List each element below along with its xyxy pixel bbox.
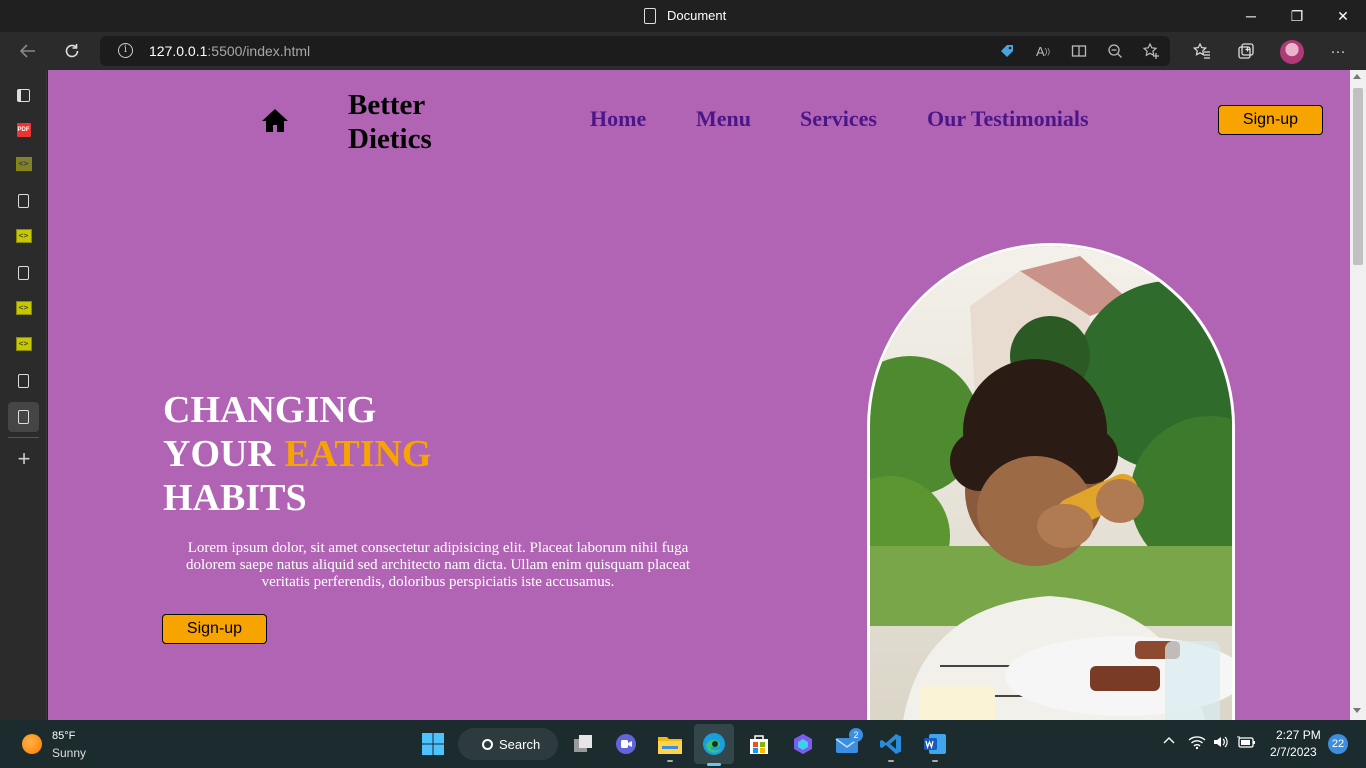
weather-temperature[interactable]: 85°F xyxy=(52,730,75,742)
restore-button[interactable]: ❐ xyxy=(1274,0,1320,32)
tray-overflow-chevron-icon[interactable] xyxy=(1162,734,1176,751)
tab-page[interactable] xyxy=(8,258,39,288)
brand-logo[interactable]: Better Dietics xyxy=(348,88,432,156)
search-icon xyxy=(482,738,493,750)
add-favorite-icon[interactable] xyxy=(1142,42,1160,60)
clock-date[interactable]: 2/7/2023 xyxy=(1270,745,1317,759)
scrollbar-thumb[interactable] xyxy=(1353,88,1363,265)
tab-page-active[interactable] xyxy=(8,402,39,432)
mail-badge: 2 xyxy=(849,728,863,742)
word-icon[interactable] xyxy=(921,730,949,758)
close-button[interactable]: ✕ xyxy=(1320,0,1366,32)
hero-line-2-plain: YOUR xyxy=(163,433,285,475)
battery-icon[interactable] xyxy=(1236,734,1256,753)
nav-services[interactable]: Services xyxy=(800,106,877,132)
vertical-tabs: PDF <> <> <> <> + xyxy=(0,70,47,720)
edge-browser-icon[interactable] xyxy=(700,730,728,758)
more-menu-icon[interactable]: ··· xyxy=(1327,40,1349,62)
immersive-reader-icon[interactable] xyxy=(1070,42,1088,60)
info-icon[interactable]: i xyxy=(118,43,133,58)
notification-badge[interactable]: 22 xyxy=(1328,734,1348,754)
hero-line-3: HABITS xyxy=(163,477,307,519)
new-tab-icon[interactable]: + xyxy=(12,446,36,471)
windows-taskbar: 85°F Sunny Search 2 2:27 PM 2/7/2023 22 xyxy=(0,720,1366,768)
search-label: Search xyxy=(499,736,541,752)
volume-icon[interactable] xyxy=(1212,734,1230,753)
page-icon xyxy=(18,410,29,424)
hero-heading: CHANGING YOUR EATING HABITS xyxy=(163,388,432,520)
header-signup-button[interactable]: Sign-up xyxy=(1218,105,1323,135)
weather-sun-icon[interactable] xyxy=(22,734,42,754)
start-windows-icon[interactable] xyxy=(419,730,447,758)
url-text[interactable]: 127.0.0.1:5500/index.html xyxy=(149,43,310,59)
weather-condition[interactable]: Sunny xyxy=(52,746,86,760)
tab-code-file[interactable]: <> xyxy=(8,329,39,359)
wifi-icon[interactable] xyxy=(1188,734,1206,753)
code-file-icon: <> xyxy=(15,157,32,171)
page-icon xyxy=(18,266,29,280)
scroll-up-arrow-icon[interactable] xyxy=(1353,74,1361,79)
tab-page[interactable] xyxy=(8,186,39,216)
nav-home[interactable]: Home xyxy=(590,106,646,132)
hero-photo-child-eating-corn xyxy=(867,243,1235,720)
running-indicator xyxy=(667,760,673,762)
tab-page[interactable] xyxy=(8,366,39,396)
brand-line-2: Dietics xyxy=(348,123,432,155)
read-aloud-icon[interactable]: A)) xyxy=(1034,42,1052,60)
tab-pdf[interactable]: PDF xyxy=(8,115,39,145)
sidebar-divider xyxy=(8,437,39,438)
profile-avatar[interactable] xyxy=(1280,40,1304,64)
hero-line-1: CHANGING xyxy=(163,389,377,431)
hero-paragraph: Lorem ipsum dolor, sit amet consectetur … xyxy=(185,540,690,590)
page-scrollbar[interactable] xyxy=(1350,70,1366,720)
nav-menu[interactable]: Menu xyxy=(696,106,751,132)
task-view-icon[interactable] xyxy=(569,730,597,758)
hero-accent-word: EATING xyxy=(284,433,432,475)
url-host: 127.0.0.1 xyxy=(149,43,208,59)
page-icon xyxy=(18,374,29,388)
copilot-icon[interactable] xyxy=(789,730,817,758)
active-app-indicator xyxy=(707,763,721,766)
url-path: :5500/index.html xyxy=(207,43,311,59)
window-title: Document xyxy=(667,8,727,23)
code-file-icon: <> xyxy=(15,229,32,243)
tab-code-file[interactable]: <> xyxy=(8,149,39,179)
vscode-icon[interactable] xyxy=(877,730,905,758)
home-icon[interactable] xyxy=(260,106,290,136)
coupon-tag-icon[interactable] xyxy=(998,42,1016,60)
tab-code-file[interactable]: <> xyxy=(8,293,39,323)
browser-title-bar: Document ─ ❐ ✕ xyxy=(0,0,1366,32)
clock-time[interactable]: 2:27 PM xyxy=(1276,728,1321,742)
teams-chat-icon[interactable] xyxy=(612,730,640,758)
page-viewport: Better Dietics Home Menu Services Our Te… xyxy=(48,70,1350,720)
code-file-icon: <> xyxy=(15,301,32,315)
scroll-down-arrow-icon[interactable] xyxy=(1353,708,1361,713)
favorites-icon[interactable] xyxy=(1191,40,1213,62)
address-bar[interactable]: i 127.0.0.1:5500/index.html A)) xyxy=(100,36,1170,66)
nav-testimonials[interactable]: Our Testimonials xyxy=(927,106,1089,132)
brand-line-1: Better xyxy=(348,89,426,121)
pdf-icon: PDF xyxy=(16,123,31,137)
microsoft-store-icon[interactable] xyxy=(745,730,773,758)
zoom-out-icon[interactable] xyxy=(1106,42,1124,60)
taskbar-search[interactable]: Search xyxy=(458,728,558,760)
running-indicator xyxy=(932,760,938,762)
code-file-icon: <> xyxy=(15,337,32,351)
minimize-button[interactable]: ─ xyxy=(1228,0,1274,32)
file-explorer-icon[interactable] xyxy=(656,730,684,758)
document-icon xyxy=(644,8,656,24)
page-icon xyxy=(18,194,29,208)
tab-code-file[interactable]: <> xyxy=(8,221,39,251)
browser-toolbar: i 127.0.0.1:5500/index.html A)) ··· xyxy=(0,32,1366,70)
tab-actions-icon[interactable] xyxy=(8,80,39,110)
refresh-icon[interactable] xyxy=(58,37,86,65)
hero-signup-button[interactable]: Sign-up xyxy=(162,614,267,644)
back-icon[interactable] xyxy=(14,37,42,65)
collections-icon[interactable] xyxy=(1235,40,1257,62)
hero-line-2: YOUR EATING xyxy=(163,432,432,476)
running-indicator xyxy=(888,760,894,762)
